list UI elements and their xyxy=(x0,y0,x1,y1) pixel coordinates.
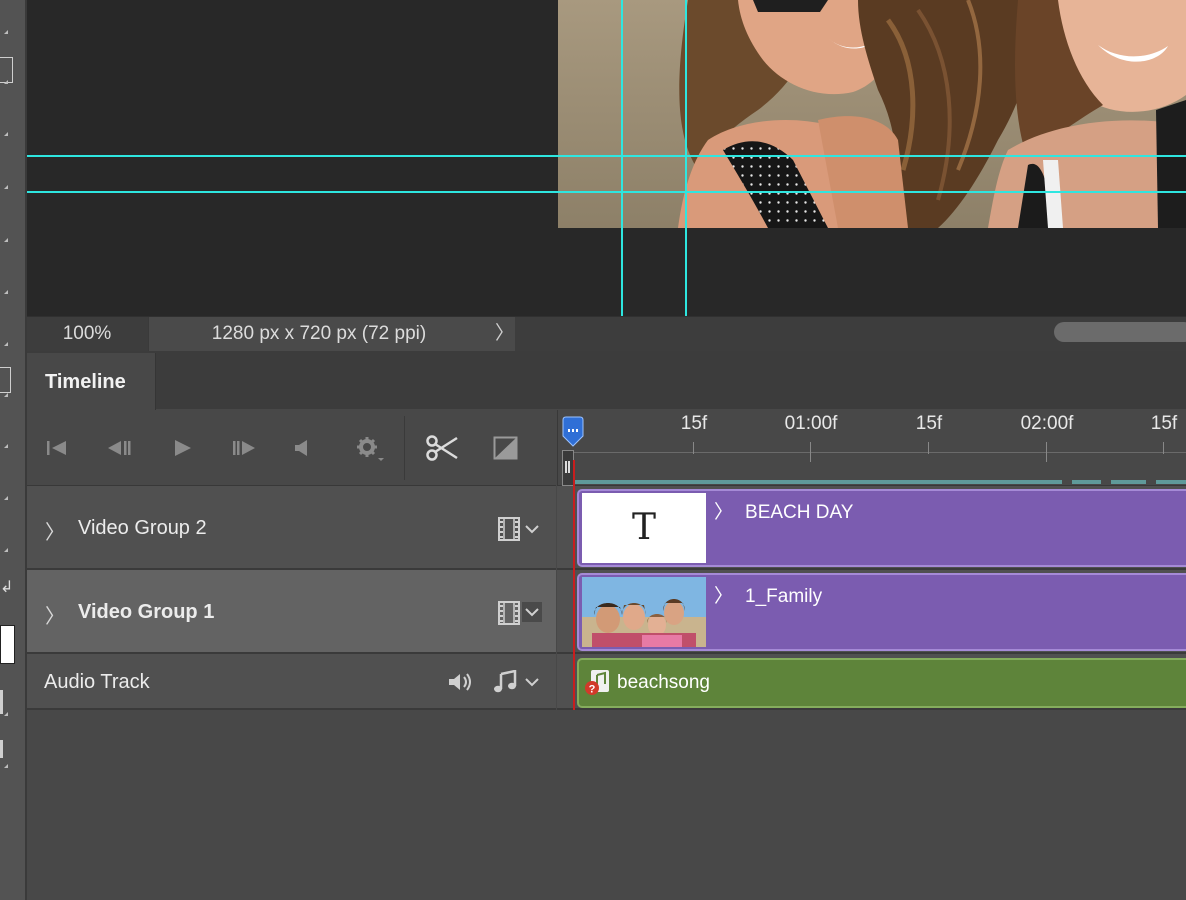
clip-1-family[interactable]: 〉 1_Family xyxy=(577,573,1186,651)
chevron-down-icon xyxy=(525,608,539,617)
work-area-gap xyxy=(1146,480,1156,484)
mute-icon[interactable] xyxy=(293,439,311,457)
tool-flyout-indicator[interactable] xyxy=(4,185,8,189)
ruler-label: 02:00f xyxy=(1020,413,1074,434)
vertical-guide[interactable] xyxy=(685,0,687,316)
track-header-video-group-1[interactable]: 〉 Video Group 1 xyxy=(27,570,556,654)
playhead-marker[interactable] xyxy=(560,416,588,450)
chevron-right-icon[interactable]: 〉 xyxy=(714,502,733,523)
ruler-tick xyxy=(693,442,694,454)
go-to-first-frame-icon[interactable] xyxy=(45,439,69,457)
ruler-label: 01:00f xyxy=(784,413,838,434)
background-color-swatch[interactable] xyxy=(0,625,15,664)
tool-icon[interactable] xyxy=(0,367,11,393)
transition-icon[interactable] xyxy=(493,436,519,460)
tab-timeline[interactable]: Timeline xyxy=(27,353,156,410)
vertical-guide[interactable] xyxy=(621,0,623,316)
ruler-label: 15f xyxy=(680,413,708,434)
clip-name: beachsong xyxy=(617,672,710,693)
family-photo-thumbnail xyxy=(582,577,706,647)
settings-icon[interactable] xyxy=(355,436,385,462)
clip-label: 〉 1_Family xyxy=(714,581,822,608)
ruler-tick xyxy=(1163,442,1164,454)
track-name: Video Group 2 xyxy=(78,517,207,539)
previous-frame-icon[interactable] xyxy=(105,439,131,457)
play-icon[interactable] xyxy=(173,438,193,458)
text-layer-thumbnail: T xyxy=(582,493,706,563)
chevron-right-icon[interactable]: 〉 xyxy=(45,600,65,629)
beach-photo-image xyxy=(558,0,1186,228)
document-size-text: 1280 px x 720 px (72 ppi) xyxy=(211,323,427,344)
chevron-right-icon[interactable]: 〉 xyxy=(714,586,733,607)
tool-flyout-indicator[interactable] xyxy=(4,764,8,768)
tool-flyout-indicator[interactable] xyxy=(4,342,8,346)
clip-name: BEACH DAY xyxy=(745,502,854,523)
track-row-audio: ? beachsong xyxy=(557,654,1186,710)
missing-audio-icon: ? xyxy=(585,670,609,696)
work-area-bar[interactable] xyxy=(574,480,1186,484)
music-note-icon[interactable] xyxy=(493,670,519,694)
tool-icon[interactable] xyxy=(0,690,3,714)
tool-flyout-indicator[interactable] xyxy=(4,80,8,84)
track-row-video-group-2: T 〉 BEACH DAY xyxy=(557,486,1186,570)
canvas-photo xyxy=(558,0,1186,228)
swap-colors-icon[interactable]: ↲ xyxy=(0,577,13,597)
ruler-tick xyxy=(1046,442,1047,462)
track-header-audio[interactable]: Audio Track xyxy=(27,654,556,710)
clip-label: 〉 BEACH DAY xyxy=(714,497,853,524)
work-area-gap xyxy=(1101,480,1111,484)
track-header-video-group-2[interactable]: 〉 Video Group 2 xyxy=(27,486,556,570)
film-strip-icon[interactable] xyxy=(498,601,520,625)
track-menu-button[interactable] xyxy=(522,602,542,622)
tools-panel: ↲ xyxy=(0,0,27,900)
zoom-level[interactable]: 100% xyxy=(27,317,147,351)
chevron-right-icon[interactable]: 〉 xyxy=(45,516,65,545)
tool-flyout-indicator[interactable] xyxy=(4,132,8,136)
playback-controls xyxy=(27,410,556,486)
chevron-down-icon[interactable] xyxy=(524,523,540,535)
tab-label: Timeline xyxy=(45,371,126,393)
ruler-tick xyxy=(810,442,811,462)
split-at-playhead-icon[interactable] xyxy=(425,433,459,463)
track-name: Audio Track xyxy=(44,671,150,693)
tool-icon[interactable] xyxy=(0,740,3,758)
tool-flyout-indicator[interactable] xyxy=(4,30,8,34)
document-canvas[interactable] xyxy=(27,0,1186,316)
tool-flyout-indicator[interactable] xyxy=(4,393,8,397)
ruler-baseline xyxy=(574,452,1186,453)
clip-beachsong[interactable]: ? beachsong xyxy=(577,658,1186,708)
panel-tab-bar: Timeline xyxy=(27,351,1186,410)
ruler-label: 15f xyxy=(1150,413,1178,434)
horizontal-guide[interactable] xyxy=(27,155,1186,157)
ruler-tick xyxy=(928,442,929,454)
status-bar: 100% 1280 px x 720 px (72 ppi) 〉 xyxy=(27,316,1186,351)
chevron-right-icon[interactable]: 〉 xyxy=(495,317,514,350)
horizontal-scrollbar-thumb[interactable] xyxy=(1054,322,1186,342)
ruler-label: 15f xyxy=(915,413,943,434)
next-frame-icon[interactable] xyxy=(232,439,258,457)
track-name: Video Group 1 xyxy=(78,601,215,623)
horizontal-guide[interactable] xyxy=(27,191,1186,193)
work-area-gap xyxy=(1062,480,1072,484)
time-ruler[interactable]: 15f 01:00f 15f 02:00f 15f xyxy=(557,410,1186,486)
document-info[interactable]: 1280 px x 720 px (72 ppi) 〉 xyxy=(148,317,515,351)
family-photo-image xyxy=(582,577,706,647)
clip-beach-day[interactable]: T 〉 BEACH DAY xyxy=(577,489,1186,567)
volume-icon[interactable] xyxy=(447,671,475,693)
toolbar-divider xyxy=(404,416,405,480)
track-row-video-group-1: 〉 1_Family xyxy=(557,570,1186,654)
svg-text:?: ? xyxy=(589,684,596,696)
tool-flyout-indicator[interactable] xyxy=(4,548,8,552)
text-layer-icon: T xyxy=(631,507,656,548)
tool-flyout-indicator[interactable] xyxy=(4,238,8,242)
tool-flyout-indicator[interactable] xyxy=(4,496,8,500)
tool-flyout-indicator[interactable] xyxy=(4,712,8,716)
chevron-down-icon[interactable] xyxy=(524,676,540,688)
tool-flyout-indicator[interactable] xyxy=(4,444,8,448)
playhead-line xyxy=(573,460,575,710)
timeline-panel: Timeline 15f 01:00f 15f 02:00f 15f 〉 Vid… xyxy=(27,351,1186,900)
clip-name: 1_Family xyxy=(745,586,823,607)
film-strip-icon[interactable] xyxy=(498,517,520,541)
tool-flyout-indicator[interactable] xyxy=(4,290,8,294)
